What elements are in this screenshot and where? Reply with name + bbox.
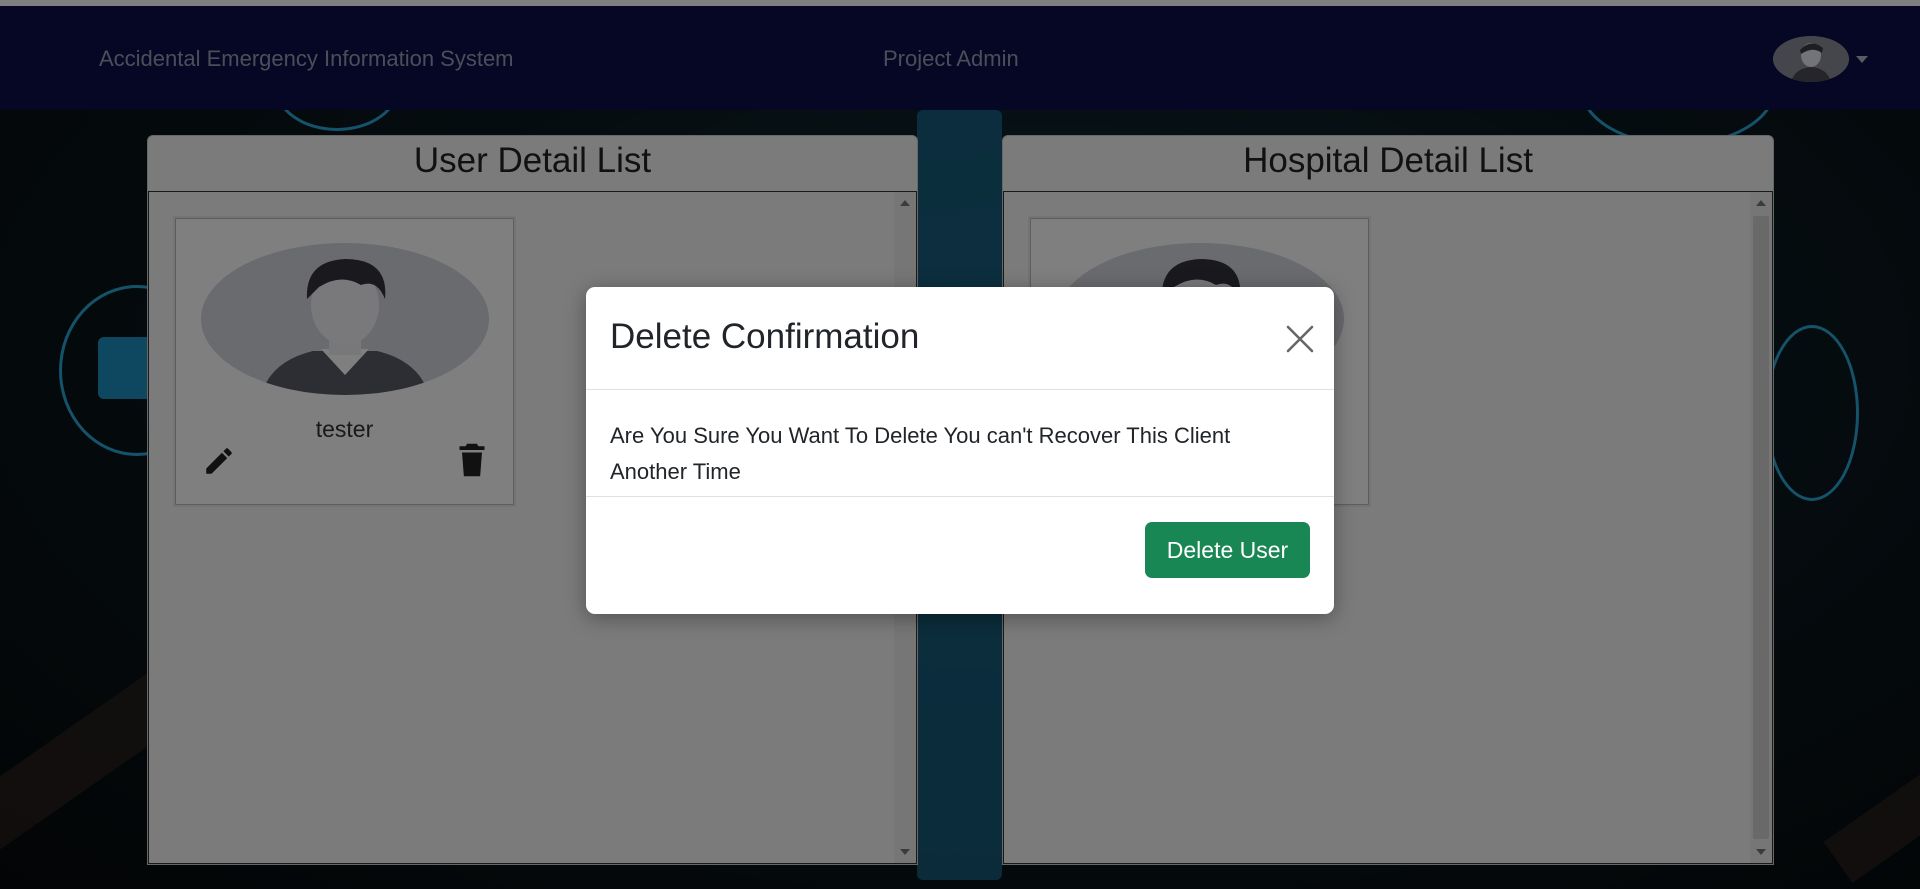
close-glyph [1286, 325, 1314, 353]
modal-header: Delete Confirmation [586, 287, 1334, 390]
modal-title: Delete Confirmation [610, 317, 920, 356]
modal-body: Are You Sure You Want To Delete You can'… [586, 390, 1334, 497]
delete-user-button[interactable]: Delete User [1145, 522, 1310, 578]
modal-footer: Delete User [586, 497, 1334, 614]
delete-confirmation-dialog: Delete Confirmation Are You Sure You Wan… [586, 287, 1334, 614]
close-icon[interactable] [1282, 321, 1318, 357]
modal-message: Are You Sure You Want To Delete You can'… [610, 423, 1231, 484]
